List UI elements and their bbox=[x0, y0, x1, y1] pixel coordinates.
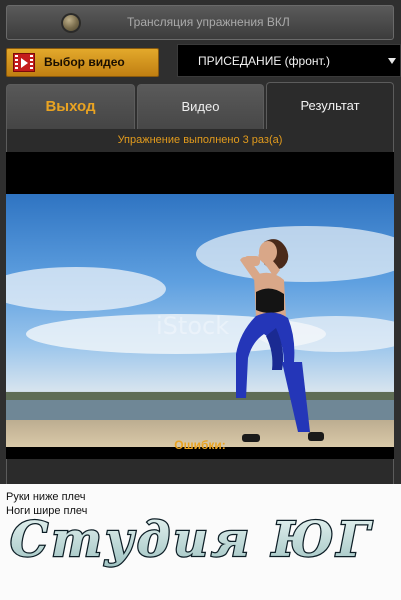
video-frame-image: iStock bbox=[6, 194, 394, 447]
repetition-status: Упражнение выполнено 3 раз(а) bbox=[117, 134, 283, 146]
errors-heading: Ошибки: bbox=[174, 438, 226, 452]
exercise-dropdown[interactable]: ПРИСЕДАНИЕ (фронт.) bbox=[177, 44, 401, 77]
select-video-button[interactable]: Выбор видео bbox=[6, 48, 159, 77]
broadcast-label: Трансляция упражнения ВКЛ bbox=[127, 15, 290, 29]
video-watermark: iStock bbox=[156, 312, 230, 340]
exercise-selected-value: ПРИСЕДАНИЕ (фронт.) bbox=[198, 54, 331, 68]
chevron-down-icon bbox=[388, 58, 396, 64]
studio-logo: Студия ЮГ bbox=[8, 500, 398, 580]
tab-result[interactable]: Результат bbox=[266, 82, 394, 129]
select-video-label: Выбор видео bbox=[44, 55, 125, 69]
broadcast-toggle-button[interactable]: Трансляция упражнения ВКЛ bbox=[6, 5, 394, 40]
tab-video[interactable]: Видео bbox=[137, 84, 264, 129]
tab-exit[interactable]: Выход bbox=[6, 84, 135, 129]
broadcast-status-indicator-icon bbox=[61, 13, 81, 33]
film-icon bbox=[13, 53, 35, 72]
svg-text:Студия ЮГ: Студия ЮГ bbox=[10, 512, 373, 568]
